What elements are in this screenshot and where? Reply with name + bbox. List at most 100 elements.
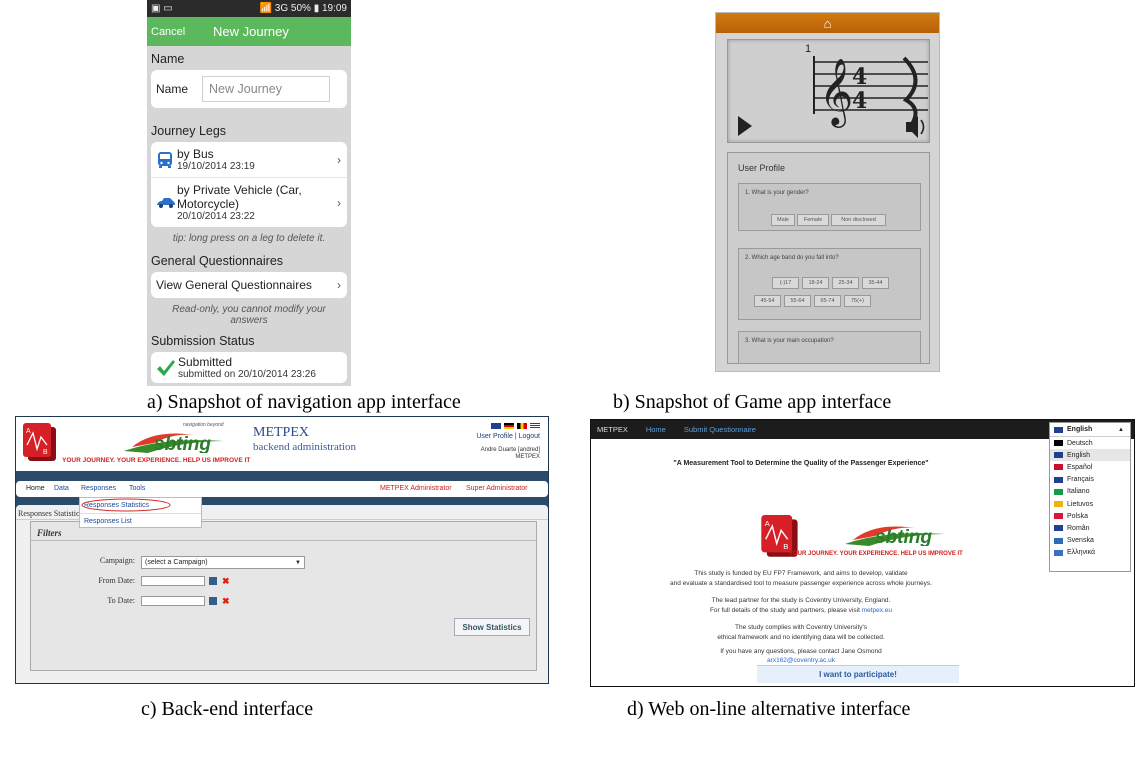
name-section-title: Name — [151, 52, 185, 66]
language-option[interactable]: Lietuvos — [1050, 498, 1130, 510]
calendar-icon[interactable] — [209, 577, 217, 585]
language-option[interactable]: Italiano — [1050, 486, 1130, 498]
submission-card: Submitted submitted on 20/10/2014 23:26 — [151, 352, 347, 383]
language-option[interactable]: Polska — [1050, 510, 1130, 522]
view-general-questionnaires-row[interactable]: View General Questionnaires › — [151, 272, 347, 298]
de-flag-icon[interactable] — [504, 423, 514, 429]
language-option[interactable]: Français — [1050, 474, 1130, 486]
age-option-button[interactable]: (-)17 — [772, 277, 799, 289]
campaign-select[interactable]: (select a Campaign) ▼ — [141, 556, 305, 569]
svg-text:4: 4 — [852, 88, 867, 114]
flag-icon — [1054, 476, 1063, 483]
clear-date-icon[interactable]: ✖ — [222, 596, 230, 606]
question-gender: 1. What is your gender? Male Female Non … — [738, 183, 921, 231]
nav-data[interactable]: Data — [54, 485, 69, 492]
backend-screenshot: A B sbting navigation beyond YOUR JOURNE… — [15, 416, 549, 684]
language-option[interactable]: Deutsch — [1050, 437, 1130, 449]
age-option-button[interactable]: 55-64 — [784, 295, 811, 307]
responses-dropdown: Responses Statistics Responses List — [79, 497, 202, 528]
app-title: METPEX — [253, 425, 309, 440]
user-org: METPEX — [515, 454, 540, 460]
page-title: New Journey — [213, 24, 289, 39]
to-date-input[interactable] — [141, 596, 205, 606]
uk-flag-icon[interactable] — [491, 423, 501, 429]
web-online-screenshot: METPEX Home Submit Questionnaire "A Meas… — [590, 419, 1135, 687]
language-select[interactable]: English ▲ — [1050, 423, 1130, 437]
caption-b: b) Snapshot of Game app interface — [613, 391, 892, 413]
profile-title: User Profile — [738, 163, 786, 173]
gender-option-button[interactable]: Male — [771, 214, 795, 226]
be-flag-icon[interactable] — [517, 423, 527, 429]
gender-option-button[interactable]: Female — [797, 214, 829, 226]
menu-item-responses-list[interactable]: Responses List — [84, 518, 132, 525]
flag-icon — [1054, 525, 1063, 532]
cancel-button[interactable]: Cancel — [151, 26, 185, 38]
paragraph-3a: The study complies with Coventry Univers… — [734, 624, 867, 631]
nav-home[interactable]: Home — [26, 485, 45, 492]
name-label: Name — [156, 82, 189, 96]
age-option-button[interactable]: 75(+) — [844, 295, 871, 307]
music-score-panel: 𝄞 4 4 1 — [727, 39, 930, 143]
chevron-right-icon: › — [337, 152, 341, 167]
nav-submit-questionnaire[interactable]: Submit Questionnaire — [684, 425, 756, 434]
leg-row-bus[interactable]: by Bus 19/10/2014 23:19 › — [151, 142, 347, 178]
leg-row-car[interactable]: by Private Vehicle (Car, Motorcycle) 20/… — [151, 178, 347, 227]
age-option-button[interactable]: 18-24 — [802, 277, 829, 289]
app-subtitle: backend administration — [253, 441, 356, 453]
calendar-icon[interactable] — [209, 597, 217, 605]
metpex-admin-link[interactable]: METPEX Administrator — [380, 485, 452, 492]
paragraph-4a: If you have any questions, please contac… — [720, 648, 882, 655]
paragraph-1b: and evaluate a standardised tool to meas… — [670, 580, 932, 587]
svg-text:4: 4 — [852, 64, 867, 90]
speaker-icon[interactable] — [906, 116, 925, 138]
navigation-app-screenshot: ▣ ▭ 📶 3G 50% ▮ 19:09 Cancel New Journey … — [147, 0, 351, 386]
language-option[interactable]: Svenska — [1050, 535, 1130, 547]
from-date-input[interactable] — [141, 576, 205, 586]
general-section-title: General Questionnaires — [151, 254, 284, 268]
age-option-button[interactable]: 35-44 — [862, 277, 889, 289]
contact-email-link[interactable]: arx162@coventry.ac.uk — [591, 657, 1011, 664]
backend-header: A B sbting navigation beyond YOUR JOURNE… — [16, 417, 548, 471]
nav-responses[interactable]: Responses — [81, 485, 116, 492]
campaign-select-value: (select a Campaign) — [145, 559, 208, 566]
checkmark-icon — [157, 359, 175, 376]
bus-icon — [158, 151, 172, 168]
brand-link[interactable]: METPEX — [597, 425, 628, 434]
leg-date: 20/10/2014 23:22 — [177, 211, 255, 222]
age-option-button[interactable]: 45-54 — [754, 295, 781, 307]
nav-tools[interactable]: Tools — [129, 485, 145, 492]
flag-icon — [1054, 501, 1063, 508]
language-option[interactable]: English — [1050, 449, 1130, 462]
filters-panel: Filters Campaign: (select a Campaign) ▼ … — [30, 521, 537, 671]
language-flags — [491, 423, 540, 429]
language-option[interactable]: Ελληνικά — [1050, 547, 1130, 559]
leg-title: by Private Vehicle (Car, Motorcycle) — [177, 183, 302, 211]
journey-name-input[interactable]: New Journey — [202, 76, 331, 102]
super-admin-link[interactable]: Super Administrator — [466, 485, 527, 492]
age-option-button[interactable]: 25-34 — [832, 277, 859, 289]
user-links[interactable]: User Profile | Logout — [476, 433, 540, 440]
gender-option-button[interactable]: Non disclosed — [831, 214, 886, 226]
show-statistics-button[interactable]: Show Statistics — [454, 618, 530, 636]
ab-logo-icon: A B — [23, 423, 56, 461]
nav-home[interactable]: Home — [646, 425, 666, 434]
gr-flag-icon[interactable] — [530, 423, 540, 429]
age-option-button[interactable]: 65-74 — [814, 295, 841, 307]
participate-button[interactable]: I want to participate! — [757, 665, 959, 683]
play-icon[interactable] — [738, 116, 752, 136]
top-bar: ⌂ — [716, 13, 939, 33]
paragraph-1a: This study is funded by EU FP7 Framework… — [694, 570, 908, 577]
paragraph-2b-text: For full details of the study and partne… — [709, 607, 862, 614]
music-staff-graphic: 𝄞 4 4 — [738, 56, 928, 138]
question-occupation: 3. What is your main occupation? — [738, 331, 921, 363]
language-label: Italiano — [1067, 488, 1090, 496]
measure-number: 1 — [805, 43, 812, 55]
language-option[interactable]: Español — [1050, 461, 1130, 473]
readonly-note: Read-only, you cannot modify your answer… — [172, 304, 326, 326]
language-option[interactable]: Român — [1050, 522, 1130, 534]
home-icon[interactable]: ⌂ — [824, 16, 832, 31]
highlight-ellipse — [81, 498, 171, 512]
clear-date-icon[interactable]: ✖ — [222, 576, 230, 586]
metpex-link[interactable]: metpex.eu — [862, 607, 892, 614]
language-label: Lietuvos — [1067, 500, 1094, 508]
